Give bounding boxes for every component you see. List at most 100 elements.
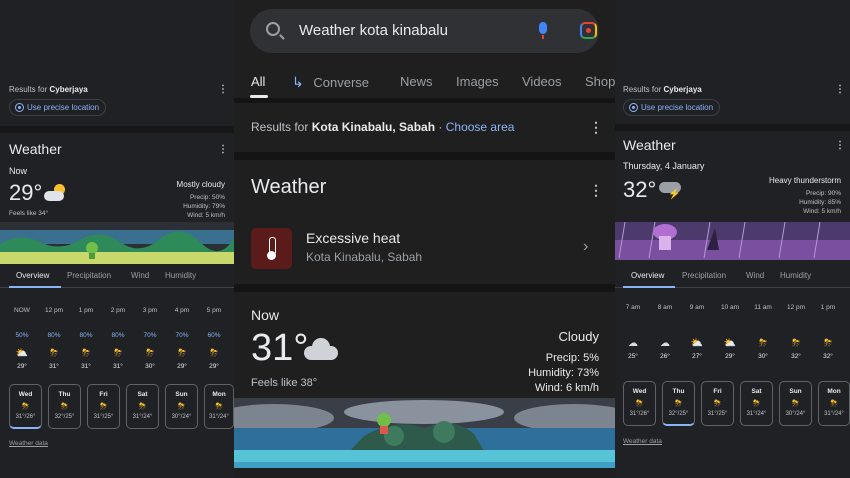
day-temps: 31°/24° — [824, 411, 844, 417]
hour-temp: 32° — [791, 353, 801, 360]
hour-temp: 30° — [758, 353, 768, 360]
weather-details: Precip: 5% Humidity: 73% Wind: 6 km/h — [528, 351, 599, 396]
tab-converse[interactable]: ↳ Converse — [292, 74, 369, 91]
hour-temp: 29° — [177, 363, 187, 370]
current-temperature: 31° — [251, 327, 309, 369]
weather-more-icon[interactable]: ⋮ — [589, 183, 603, 197]
tab-images[interactable]: Images — [456, 74, 499, 89]
weather-data-link[interactable]: Weather data — [9, 440, 48, 447]
tab-wind[interactable]: Wind — [131, 271, 149, 280]
weather-details: Precip: 90% Humidity: 85% Wind: 5 km/h — [799, 189, 841, 216]
precise-location-button[interactable]: Use precise location — [9, 99, 107, 116]
hourly-item[interactable]: 3 pm 70% ⛈ 30° — [135, 307, 165, 370]
weather-more-icon[interactable]: ⋮ — [218, 145, 228, 155]
more-options-icon[interactable]: ⋮ — [218, 85, 228, 95]
hourly-item[interactable]: 12 pm ⛈ 32° — [781, 304, 811, 360]
hourly-item[interactable]: 11 am ⛈ 30° — [748, 304, 778, 360]
hour-temp: 25° — [628, 353, 638, 360]
day-card[interactable]: Wed ⛈ 31°/26° — [623, 381, 656, 426]
day-card[interactable]: Sun ⛈ 30°/24° — [165, 384, 198, 429]
day-card[interactable]: Fri ⛈ 31°/25° — [701, 381, 734, 426]
section-divider — [615, 124, 850, 131]
partly-cloudy-icon: ⛅ — [690, 338, 704, 349]
day-card[interactable]: Wed ⛈ 31°/26° — [9, 384, 42, 429]
more-options-icon[interactable]: ⋮ — [589, 120, 603, 134]
day-temps: 31°/24° — [746, 411, 767, 417]
day-name: Mon — [827, 388, 841, 395]
day-card[interactable]: Fri ⛈ 31°/25° — [87, 384, 120, 429]
precise-location-label: Use precise location — [641, 103, 714, 112]
tab-shop[interactable]: Shop — [585, 74, 615, 89]
day-temps: 30°/24° — [171, 414, 192, 420]
more-options-icon[interactable]: ⋮ — [835, 85, 845, 95]
tab-news[interactable]: News — [400, 74, 433, 89]
section-divider — [234, 284, 615, 292]
hourly-item[interactable]: 5 pm 60% ⛈ 29° — [199, 307, 229, 370]
tab-converse-label: Converse — [313, 75, 369, 90]
location-target-icon — [15, 103, 24, 112]
chevron-right-icon[interactable]: › — [583, 238, 588, 256]
tab-humidity[interactable]: Humidity — [165, 271, 196, 280]
left-weather-panel: Results for Cyberjaya ⋮ Use precise loca… — [0, 0, 234, 478]
tab-overview[interactable]: Overview — [631, 271, 664, 280]
thunderstorm-icon: ⛈ — [752, 398, 761, 408]
hourly-item[interactable]: 9 am ⛅ 27° — [682, 304, 712, 360]
thunderstorm-icon: ⚡ — [659, 180, 683, 200]
thunderstorm-icon: ⛈ — [146, 348, 154, 359]
hourly-item[interactable]: NOW 50% ⛅ 29° — [7, 307, 37, 370]
day-card[interactable]: Sun ⛈ 30°/24° — [779, 381, 812, 426]
weather-data-link[interactable]: Weather data — [623, 438, 662, 445]
day-temps: 31°/24° — [132, 414, 153, 420]
precise-location-button[interactable]: Use precise location — [623, 99, 721, 116]
hour-temp: 29° — [17, 363, 27, 370]
weather-card-title: Weather — [623, 137, 676, 153]
hourly-item[interactable]: 8 am ☁ 26° — [650, 304, 680, 360]
thermometer-icon — [251, 228, 292, 269]
microphone-icon[interactable] — [539, 22, 547, 39]
choose-area-link[interactable]: Choose area — [446, 120, 515, 134]
search-icon[interactable] — [266, 22, 280, 36]
cloudy-icon: ☁ — [660, 338, 670, 349]
day-temps: 31°/26° — [15, 414, 36, 420]
hourly-item[interactable]: 7 am ☁ 25° — [618, 304, 648, 360]
weather-scene-illustration — [0, 222, 234, 264]
day-card[interactable]: Mon ⛈ 31°/24° — [204, 384, 234, 429]
hourly-item[interactable]: 4 pm 70% ⛈ 29° — [167, 307, 197, 370]
tab-precipitation[interactable]: Precipitation — [682, 271, 726, 280]
hour-time: 1 pm — [78, 307, 94, 314]
thunderstorm-icon: ⛈ — [178, 348, 186, 359]
precip-value: Precip: 90% — [805, 190, 841, 197]
converse-arrow-icon: ↳ — [292, 74, 304, 90]
location-name: Kota Kinabalu, Sabah — [311, 120, 436, 134]
hourly-item[interactable]: 12 pm 80% ⛈ 31° — [39, 307, 69, 370]
hourly-item[interactable]: 1 pm 80% ⛈ 31° — [71, 307, 101, 370]
day-card[interactable]: Mon ⛈ 31°/24° — [818, 381, 850, 426]
weather-more-icon[interactable]: ⋮ — [835, 141, 845, 151]
hourly-item[interactable]: 1 pm ⛈ 32° — [813, 304, 843, 360]
tab-overview[interactable]: Overview — [16, 271, 49, 280]
hour-precip: 50% — [15, 332, 29, 339]
day-temps: 31°/24° — [209, 414, 229, 420]
hourly-item[interactable]: 10 am ⛅ 29° — [715, 304, 745, 360]
day-card[interactable]: Thu ⛈ 32°/25° — [662, 381, 695, 426]
day-card[interactable]: Sat ⛈ 31°/24° — [126, 384, 159, 429]
feels-like: Feels like 34° — [9, 210, 49, 217]
hourly-item[interactable]: 2 pm 80% ⛈ 31° — [103, 307, 133, 370]
tab-videos[interactable]: Videos — [522, 74, 562, 89]
active-tab-indicator — [623, 286, 675, 288]
humidity-value: Humidity: 73% — [528, 367, 599, 379]
thunderstorm-icon: ⛈ — [60, 401, 69, 411]
search-bar[interactable]: Weather kota kinabalu — [250, 9, 599, 53]
tab-all[interactable]: All — [251, 74, 265, 89]
day-card[interactable]: Thu ⛈ 32°/25° — [48, 384, 81, 429]
day-card[interactable]: Sat ⛈ 31°/24° — [740, 381, 773, 426]
thunderstorm-icon: ⛈ — [138, 401, 147, 411]
hour-precip: 80% — [47, 332, 61, 339]
google-lens-icon[interactable] — [580, 22, 597, 39]
search-input[interactable]: Weather kota kinabalu — [299, 22, 448, 39]
partly-cloudy-icon: ⛅ — [15, 348, 29, 359]
tab-precipitation[interactable]: Precipitation — [67, 271, 111, 280]
tab-wind[interactable]: Wind — [746, 271, 764, 280]
tab-humidity[interactable]: Humidity — [780, 271, 811, 280]
wind-value: Wind: 5 km/h — [803, 208, 841, 215]
